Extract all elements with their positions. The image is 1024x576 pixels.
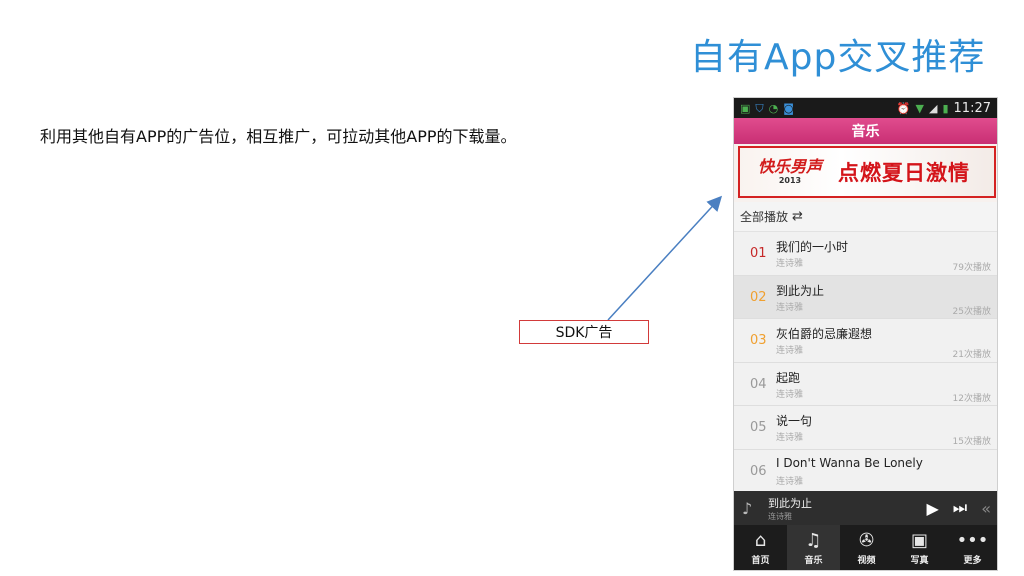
music-icon: ♫ — [805, 529, 822, 551]
song-title: 到此为止 — [776, 283, 825, 298]
song-plays: 21次播放 — [952, 350, 991, 360]
nav-home[interactable]: ⌂ 首页 — [734, 525, 787, 570]
status-time: 11:27 — [953, 100, 991, 116]
next-track-icon[interactable]: ⏭ — [953, 498, 967, 518]
nav-photo[interactable]: ▣ 写真 — [893, 525, 946, 570]
play-all-label: 全部播放 — [740, 210, 789, 224]
message-icon: ◔ — [768, 101, 779, 115]
song-plays: 12次播放 — [952, 393, 991, 404]
battery-icon: ▮ — [942, 101, 949, 115]
app-header-title: 音乐 — [734, 118, 997, 144]
song-rank: 01 — [750, 246, 767, 261]
status-bar: ▣ ⛉ ◔ ◙ ⏰ ▼ ◢ ▮ 11:27 — [734, 98, 997, 118]
song-row[interactable]: 01 我们的一小时 连诗雅 79次播放 — [734, 232, 997, 276]
now-playing-artist: 连诗雅 — [768, 511, 792, 521]
repeat-icon: ⇄ — [792, 209, 803, 224]
banner-logo: 快乐男声 2013 — [757, 157, 822, 185]
song-rank: 02 — [750, 289, 767, 305]
signal-icon: ◢ — [929, 101, 938, 115]
sdk-ad-label: SDK广告 — [519, 320, 649, 344]
song-rank: 06 — [750, 463, 767, 479]
song-artist: 连诗雅 — [776, 302, 804, 313]
song-row[interactable]: 05 说一句 连诗雅 15次播放 — [734, 406, 997, 450]
song-row[interactable]: 06 I Don't Wanna Be Lonely 连诗雅 — [734, 449, 997, 493]
now-playing-title: 到此为止 — [768, 496, 812, 510]
nav-more[interactable]: ••• 更多 — [946, 525, 997, 570]
song-artist: 连诗雅 — [776, 476, 804, 487]
sdk-ad-banner[interactable]: 快乐男声 2013 点燃夏日激情 — [738, 146, 996, 198]
song-artist: 连诗雅 — [776, 389, 804, 400]
phone-screenshot: ▣ ⛉ ◔ ◙ ⏰ ▼ ◢ ▮ 11:27 音乐 快乐男声 2013 点燃夏日激… — [733, 97, 998, 571]
play-icon[interactable]: ▶ — [926, 499, 938, 518]
song-plays: 15次播放 — [952, 437, 991, 447]
song-title: 起跑 — [776, 370, 801, 385]
wifi-icon: ▼ — [915, 101, 924, 115]
alarm-icon: ⏰ — [896, 101, 911, 115]
song-title: 说一句 — [776, 414, 813, 428]
more-icon: ••• — [956, 529, 989, 551]
song-plays: 79次播放 — [952, 263, 991, 273]
mini-player[interactable]: ♪ 到此为止 连诗雅 ▶ ⏭ « — [734, 491, 997, 525]
video-icon: ✇ — [858, 529, 875, 551]
song-rank: 04 — [750, 376, 767, 392]
bottom-nav: ⌂ 首页 ♫ 音乐 ✇ 视频 ▣ 写真 ••• 更多 — [734, 525, 997, 570]
song-artist: 连诗雅 — [776, 433, 804, 443]
song-title: 灰伯爵的忌廉遐想 — [776, 327, 873, 341]
shield-icon: ⛉ — [755, 101, 764, 115]
song-title: I Don't Wanna Be Lonely — [776, 455, 923, 470]
nav-video[interactable]: ✇ 视频 — [840, 525, 893, 570]
slide-description: 利用其他自有APP的广告位，相互推广，可拉动其他APP的下载量。 — [40, 127, 517, 146]
song-title: 我们的一小时 — [776, 240, 849, 254]
song-row[interactable]: 02 到此为止 连诗雅 25次播放 — [734, 275, 997, 319]
app-icon: ◙ — [783, 101, 794, 115]
slide-title: 自有App交叉推荐 — [690, 37, 986, 78]
song-row[interactable]: 03 灰伯爵的忌廉遐想 连诗雅 21次播放 — [734, 319, 997, 363]
music-note-icon: ♪ — [742, 498, 753, 518]
song-artist: 连诗雅 — [776, 259, 804, 269]
nav-music[interactable]: ♫ 音乐 — [787, 525, 840, 570]
song-plays: 25次播放 — [952, 306, 991, 317]
play-all-button[interactable]: 全部播放 ⇄ — [734, 202, 997, 232]
collapse-icon[interactable]: « — [981, 499, 991, 518]
photo-icon: ▣ — [910, 529, 928, 551]
song-rank: 05 — [750, 420, 767, 435]
song-rank: 03 — [750, 333, 767, 348]
song-row[interactable]: 04 起跑 连诗雅 12次播放 — [734, 362, 997, 406]
song-list: 01 我们的一小时 连诗雅 79次播放 02 到此为止 连诗雅 25次播放 03… — [734, 232, 997, 493]
song-artist: 连诗雅 — [776, 346, 804, 356]
notification-icon: ▣ — [740, 101, 751, 115]
home-icon: ⌂ — [754, 529, 767, 551]
banner-slogan: 点燃夏日激情 — [838, 161, 970, 185]
